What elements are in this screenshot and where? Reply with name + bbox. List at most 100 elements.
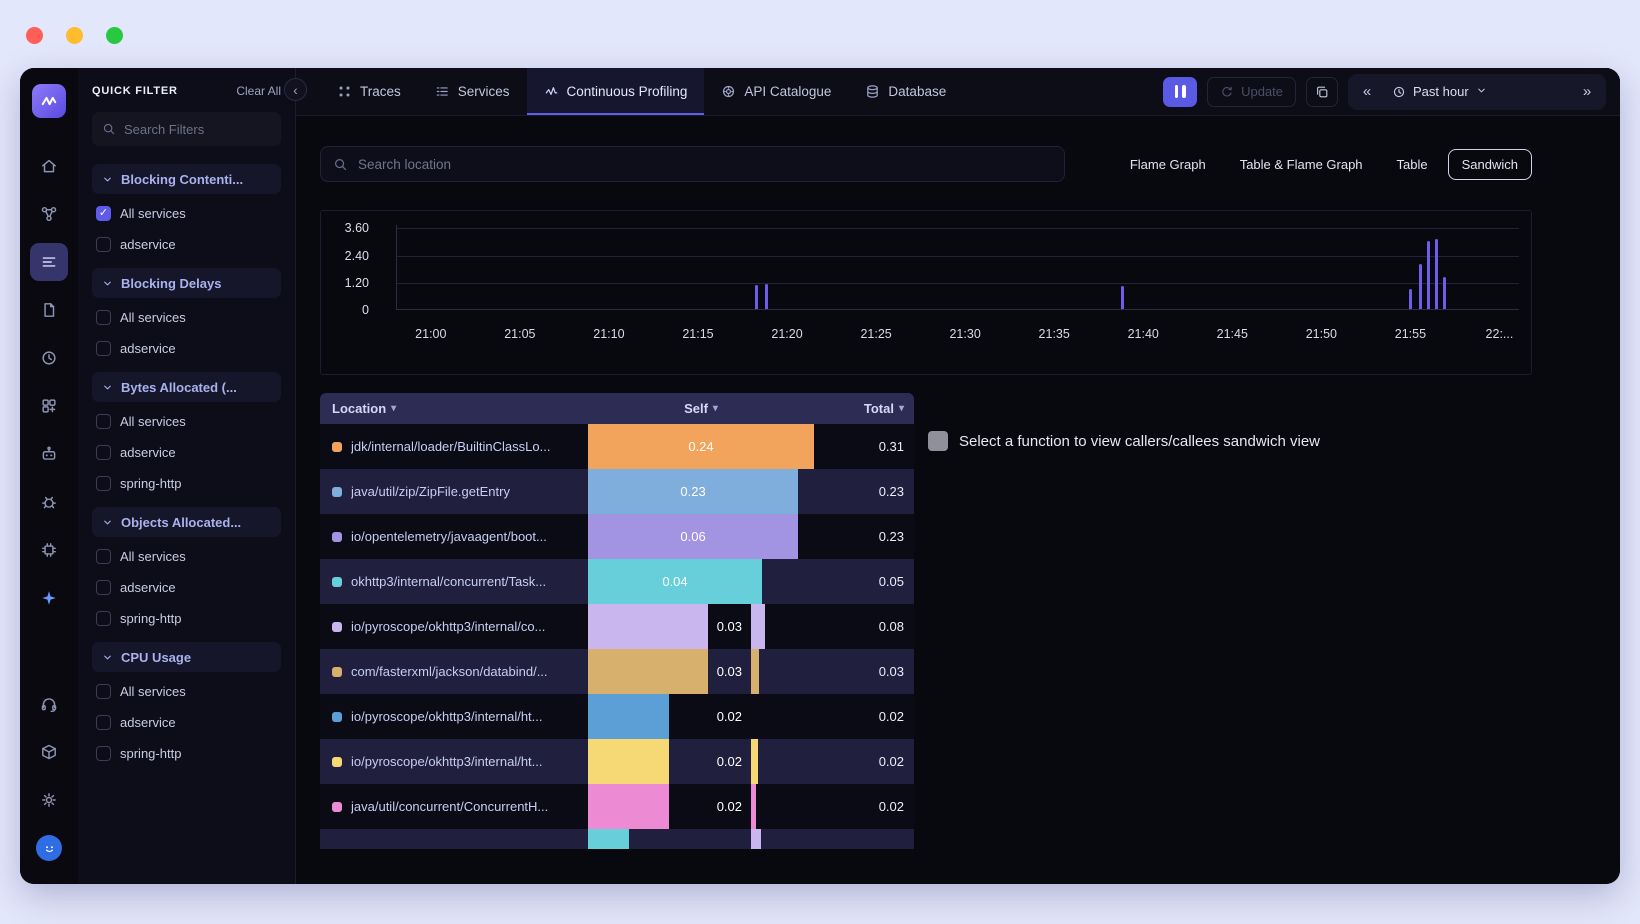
sparkle-ai-icon[interactable] bbox=[30, 579, 68, 617]
update-button[interactable]: Update bbox=[1207, 77, 1296, 107]
refresh-icon bbox=[1220, 85, 1234, 99]
document-icon[interactable] bbox=[30, 291, 68, 329]
view-table[interactable]: Table bbox=[1383, 149, 1442, 180]
checkbox[interactable] bbox=[96, 580, 111, 595]
robot-icon[interactable] bbox=[30, 435, 68, 473]
filter-section-header[interactable]: Objects Allocated... bbox=[92, 507, 281, 537]
column-header-location[interactable]: Location▾ bbox=[320, 401, 588, 416]
headset-icon[interactable] bbox=[30, 685, 68, 723]
location-text: java/util/zip/ZipFile.getEntry bbox=[351, 484, 510, 499]
profile-row[interactable]: io/pyroscope/okhttp3/internal/ht... 0.02… bbox=[320, 694, 914, 739]
tab-continuous-profiling[interactable]: Continuous Profiling bbox=[527, 68, 705, 115]
profile-row[interactable]: java/util/concurrent/ConcurrentH... 0.02… bbox=[320, 784, 914, 829]
view-sandwich[interactable]: Sandwich bbox=[1448, 149, 1532, 180]
cube-icon[interactable] bbox=[30, 733, 68, 771]
profiling-timeline-chart[interactable]: 3.602.401.200 21:0021:0521:1021:1521:202… bbox=[320, 210, 1532, 375]
pause-button[interactable] bbox=[1163, 77, 1197, 107]
checkbox[interactable] bbox=[96, 445, 111, 460]
profile-row[interactable]: com/fasterxml/jackson/databind/... 0.03 … bbox=[320, 649, 914, 694]
x-axis: 21:0021:0521:1021:1521:2021:2521:3021:35… bbox=[396, 327, 1519, 347]
location-search[interactable] bbox=[320, 146, 1065, 182]
app-grid-icon[interactable] bbox=[30, 387, 68, 425]
checkbox[interactable] bbox=[96, 549, 111, 564]
network-nodes-icon[interactable] bbox=[30, 195, 68, 233]
profile-row-partial[interactable] bbox=[320, 829, 914, 849]
chip-icon[interactable] bbox=[30, 531, 68, 569]
filter-search[interactable] bbox=[92, 112, 281, 146]
tab-database[interactable]: Database bbox=[848, 68, 963, 115]
filter-option-all-services[interactable]: ✓ All services bbox=[92, 198, 281, 229]
checkbox[interactable] bbox=[96, 341, 111, 356]
gear-icon[interactable] bbox=[30, 781, 68, 819]
filter-option-spring-http[interactable]: spring-http bbox=[92, 468, 281, 499]
tab-traces[interactable]: Traces bbox=[320, 68, 418, 115]
profile-row[interactable]: jdk/internal/loader/BuiltinClassLo... 0.… bbox=[320, 424, 914, 469]
profile-row[interactable]: io/pyroscope/okhttp3/internal/co... 0.03… bbox=[320, 604, 914, 649]
user-avatar[interactable] bbox=[30, 829, 68, 867]
profile-row[interactable]: okhttp3/internal/concurrent/Task... 0.04… bbox=[320, 559, 914, 604]
filter-option-all-services[interactable]: All services bbox=[92, 676, 281, 707]
self-bar bbox=[588, 649, 708, 694]
checkbox[interactable] bbox=[96, 414, 111, 429]
total-value: 0.02 bbox=[814, 739, 914, 784]
window-controls bbox=[26, 27, 123, 44]
filter-option-adservice[interactable]: adservice bbox=[92, 707, 281, 738]
tab-services[interactable]: Services bbox=[418, 68, 527, 115]
checkbox[interactable] bbox=[96, 310, 111, 325]
maximize-window-button[interactable] bbox=[106, 27, 123, 44]
profile-row[interactable]: io/pyroscope/okhttp3/internal/ht... 0.02… bbox=[320, 739, 914, 784]
profile-row[interactable]: io/opentelemetry/javaagent/boot... 0.06 … bbox=[320, 514, 914, 559]
profiling-list-icon[interactable] bbox=[30, 243, 68, 281]
total-value: 0.31 bbox=[814, 424, 914, 469]
filter-option-adservice[interactable]: adservice bbox=[92, 229, 281, 260]
checkbox[interactable] bbox=[96, 237, 111, 252]
quick-filter-panel: QUICK FILTER Clear All Blocking Contenti… bbox=[78, 68, 296, 884]
home-icon[interactable] bbox=[30, 147, 68, 185]
time-range-selector[interactable]: Past hour bbox=[1382, 84, 1497, 99]
function-color-chip bbox=[332, 577, 342, 587]
filter-section-header[interactable]: Bytes Allocated (... bbox=[92, 372, 281, 402]
filter-section-bytes-allocated: Bytes Allocated (... All services adserv… bbox=[92, 372, 281, 499]
column-header-total[interactable]: Total▾ bbox=[814, 401, 914, 416]
copy-button[interactable] bbox=[1306, 77, 1338, 107]
location-search-input[interactable] bbox=[358, 157, 1052, 172]
checkbox[interactable] bbox=[96, 746, 111, 761]
filter-section-header[interactable]: CPU Usage bbox=[92, 642, 281, 672]
checkbox[interactable] bbox=[96, 611, 111, 626]
filter-option-all-services[interactable]: All services bbox=[92, 541, 281, 572]
checkbox[interactable]: ✓ bbox=[96, 206, 111, 221]
clock-alert-icon[interactable] bbox=[30, 339, 68, 377]
filter-option-all-services[interactable]: All services bbox=[92, 302, 281, 333]
close-window-button[interactable] bbox=[26, 27, 43, 44]
view-flame-graph[interactable]: Flame Graph bbox=[1116, 149, 1220, 180]
app-logo[interactable] bbox=[32, 84, 66, 118]
filter-option-adservice[interactable]: adservice bbox=[92, 572, 281, 603]
column-header-self[interactable]: Self▾ bbox=[588, 401, 814, 416]
checkbox[interactable] bbox=[96, 684, 111, 699]
gridline bbox=[397, 283, 1519, 284]
time-back-button[interactable]: « bbox=[1352, 78, 1382, 106]
checkbox[interactable] bbox=[96, 476, 111, 491]
filter-option-label: spring-http bbox=[120, 746, 181, 761]
bug-icon[interactable] bbox=[30, 483, 68, 521]
filter-option-adservice[interactable]: adservice bbox=[92, 333, 281, 364]
minimize-window-button[interactable] bbox=[66, 27, 83, 44]
time-forward-button[interactable]: » bbox=[1572, 78, 1602, 106]
self-cell bbox=[588, 829, 814, 849]
profile-row[interactable]: java/util/zip/ZipFile.getEntry 0.23 0.23 bbox=[320, 469, 914, 514]
filter-option-all-services[interactable]: All services bbox=[92, 406, 281, 437]
location-text: java/util/concurrent/ConcurrentH... bbox=[351, 799, 548, 814]
collapse-filter-button[interactable]: ‹ bbox=[284, 78, 307, 101]
filter-section-header[interactable]: Blocking Delays bbox=[92, 268, 281, 298]
view-table-flame-graph[interactable]: Table & Flame Graph bbox=[1226, 149, 1377, 180]
filter-section-header[interactable]: Blocking Contenti... bbox=[92, 164, 281, 194]
tab-api-catalogue[interactable]: API Catalogue bbox=[704, 68, 848, 115]
filter-option-adservice[interactable]: adservice bbox=[92, 437, 281, 468]
tab-label: Database bbox=[888, 84, 946, 99]
filter-option-spring-http[interactable]: spring-http bbox=[92, 738, 281, 769]
filter-option-spring-http[interactable]: spring-http bbox=[92, 603, 281, 634]
function-color-chip bbox=[332, 532, 342, 542]
filter-search-input[interactable] bbox=[124, 122, 271, 137]
clear-all-button[interactable]: Clear All bbox=[236, 84, 281, 98]
checkbox[interactable] bbox=[96, 715, 111, 730]
